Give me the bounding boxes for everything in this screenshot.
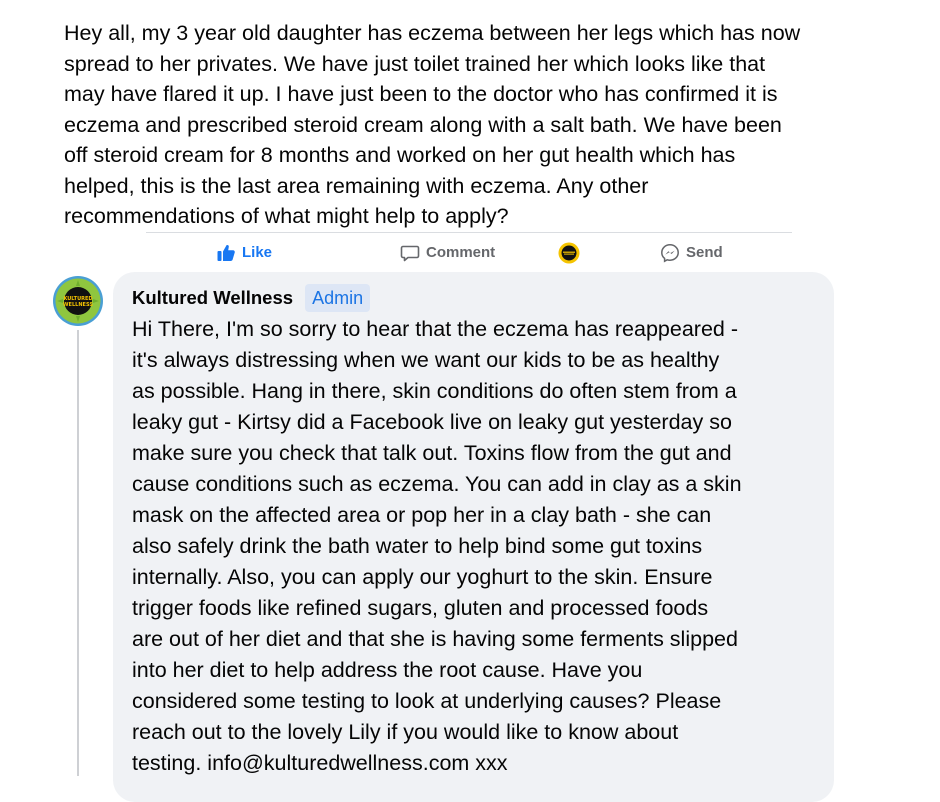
comment-text-line: make sure you check that talk out. Toxin… (132, 441, 732, 465)
comment-text-line: as possible. Hang in there, skin conditi… (132, 379, 737, 403)
avatar[interactable]: KULTURED WELLNESS (53, 276, 103, 326)
post-text-line: may have flared it up. I have just been … (64, 82, 778, 106)
comment-text-line: testing. info@kulturedwellness.com xxx (132, 751, 508, 775)
admin-badge: Admin (305, 284, 371, 312)
comment-text-line: mask on the affected area or pop her in … (132, 503, 712, 527)
comment-text-line: it's always distressing when we want our… (132, 348, 720, 372)
comment-text-line: cause conditions such as eczema. You can… (132, 472, 742, 496)
comment-text-line: internally. Also, you can apply our yogh… (132, 565, 713, 589)
comment-author[interactable]: Kultured Wellness (132, 287, 293, 309)
avatar-text-line: WELLNESS (63, 302, 93, 308)
post-text-line: recommendations of what might help to ap… (64, 204, 509, 228)
post-text: Hey all, my 3 year old daughter has ecze… (64, 18, 894, 232)
thumbs-up-icon (216, 243, 236, 263)
comment-text-line: reach out to the lovely Lily if you woul… (132, 720, 679, 744)
post-text-line: helped, this is the last area remaining … (64, 173, 649, 198)
comment-text-line: into her diet to help address the root c… (132, 658, 643, 682)
post-text-line: spread to her privates. We have just toi… (64, 51, 766, 76)
messenger-icon (660, 243, 680, 263)
thread-line (77, 330, 79, 776)
react-as-page-button[interactable] (558, 240, 586, 266)
comment-button[interactable]: Comment (400, 240, 495, 266)
comment-text-line: are out of her diet and that she is havi… (132, 627, 738, 651)
post-text-line: off steroid cream for 8 months and worke… (64, 143, 736, 167)
comment-text-line: Hi There, I'm so sorry to hear that the … (132, 317, 738, 341)
comment-label: Comment (426, 244, 496, 261)
speech-bubble-icon (400, 243, 420, 263)
send-label: Send (686, 244, 723, 261)
post-action-bar: Like Comment Send (146, 236, 792, 270)
action-bar-divider (146, 232, 792, 233)
page-avatar-reaction-icon (558, 242, 580, 264)
comment-text-line: also safely drink the bath water to help… (132, 534, 703, 558)
comment-text-line: trigger foods like refined sugars, glute… (132, 596, 709, 620)
comment-body: Hi There, I'm so sorry to hear that the … (132, 314, 822, 779)
post-text-line: eczema and prescribed steroid cream alon… (64, 112, 782, 137)
comment-header: Kultured Wellness Admin (132, 283, 371, 313)
like-label: Like (242, 244, 273, 261)
comment-text-line: considered some testing to look at under… (132, 689, 722, 713)
send-button[interactable]: Send (660, 240, 723, 266)
comment-text-line: leaky gut - Kirtsy did a Facebook live o… (132, 410, 732, 434)
like-button[interactable]: Like (216, 240, 272, 266)
post-text-line: Hey all, my 3 year old daughter has ecze… (64, 21, 801, 45)
